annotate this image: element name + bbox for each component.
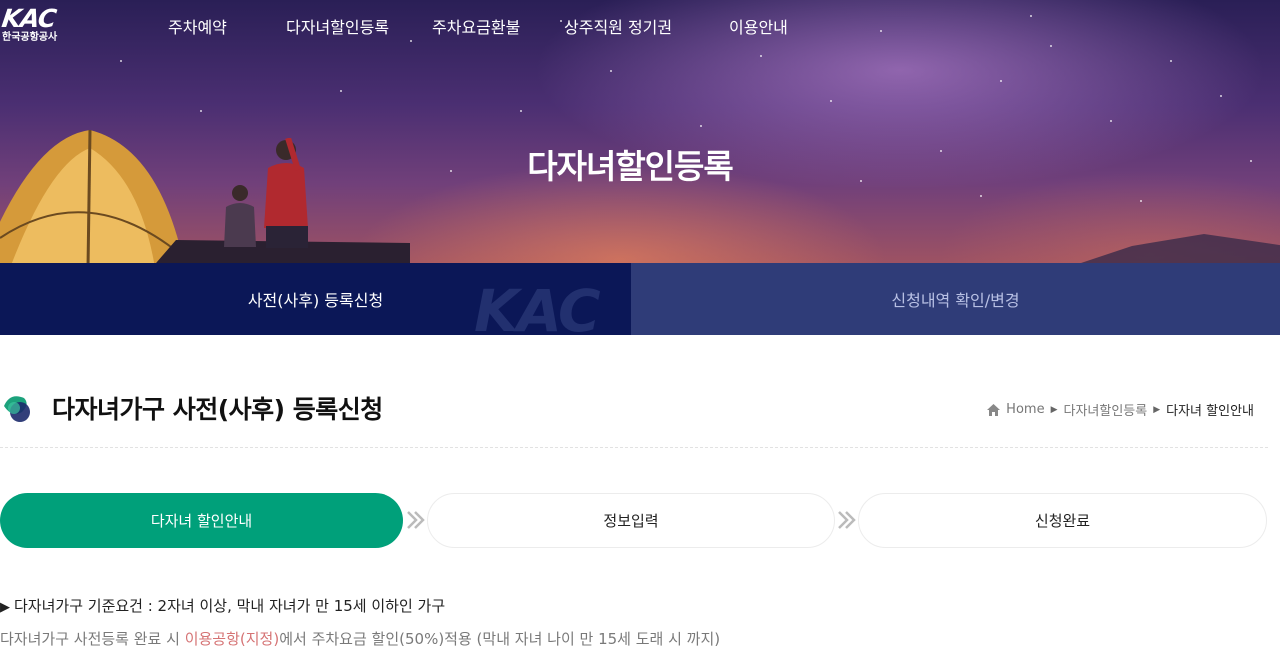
bullet-arrow-icon: ▶ [0, 600, 10, 615]
breadcrumb-current: 다자녀 할인안내 [1166, 404, 1254, 419]
breadcrumb-level1[interactable]: 다자녀할인등록 [1063, 400, 1147, 419]
nav-item-multichild-discount[interactable]: 다자녀할인등록 [286, 14, 389, 38]
breadcrumb-separator-icon: ▶ [1050, 404, 1058, 415]
title-leaf-icon [4, 396, 30, 422]
kac-logo[interactable]: KAC 한국공항공사 [0, 4, 82, 50]
discount-info-highlight: 이용공항(지정) [184, 630, 280, 648]
logo-mark: KAC [0, 4, 58, 33]
breadcrumb-home[interactable]: Home [1006, 402, 1044, 417]
step-discount-guide: 다자녀 할인안내 [0, 493, 403, 548]
step-complete: 신청완료 [858, 493, 1267, 548]
nav-item-parking-refund[interactable]: 주차요금환불 [432, 14, 520, 38]
double-chevron-icon [407, 511, 425, 529]
double-chevron-icon [838, 511, 856, 529]
hero-banner: KAC 한국공항공사 주차예약 다자녀할인등록 주차요금환불 상주직원 정기권 … [0, 0, 1280, 263]
logo-subtitle: 한국공항공사 [2, 32, 58, 43]
page-title: 다자녀가구 사전(사후) 등록신청 [52, 395, 383, 424]
nav-item-staff-pass[interactable]: 상주직원 정기권 [564, 14, 672, 38]
criteria-text: ▶ 다자녀가구 기준요건 : 2자녀 이상, 막내 자녀가 만 15세 이하인 가… [0, 595, 445, 616]
breadcrumb: Home ▶ 다자녀할인등록 ▶ 다자녀 할인안내 [987, 400, 1254, 419]
nav-item-guide[interactable]: 이용안내 [729, 14, 788, 38]
child-silhouette [224, 185, 256, 247]
nav-item-parking-reservation[interactable]: 주차예약 [168, 14, 227, 38]
tab-label: 사전(사후) 등록신청 [247, 291, 384, 310]
discount-info-suffix: 에서 주차요금 할인(50%)적용 (막내 자녀 나이 만 15세 도래 시 까… [279, 630, 721, 648]
tab-label: 신청내역 확인/변경 [891, 291, 1020, 310]
home-icon [987, 403, 1001, 416]
tab-pre-registration[interactable]: 사전(사후) 등록신청 KAC [0, 263, 631, 335]
breadcrumb-separator-icon: ▶ [1153, 404, 1161, 415]
heading-divider [0, 447, 1268, 448]
kac-watermark: KAC [474, 277, 601, 335]
discount-info-text: 다자녀가구 사전등록 완료 시 이용공항(지정)에서 주차요금 할인(50%)적… [0, 628, 720, 649]
criteria-label: 다자녀가구 기준요건 : 2자녀 이상, 막내 자녀가 만 15세 이하인 가구 [14, 597, 446, 615]
discount-info-prefix: 다자녀가구 사전등록 완료 시 [0, 630, 185, 648]
step-info-input: 정보입력 [427, 493, 835, 548]
hero-title: 다자녀할인등록 [527, 147, 734, 186]
sub-tab-bar: 사전(사후) 등록신청 KAC 신청내역 확인/변경 [0, 263, 1280, 335]
tab-application-history[interactable]: 신청내역 확인/변경 [631, 263, 1280, 335]
